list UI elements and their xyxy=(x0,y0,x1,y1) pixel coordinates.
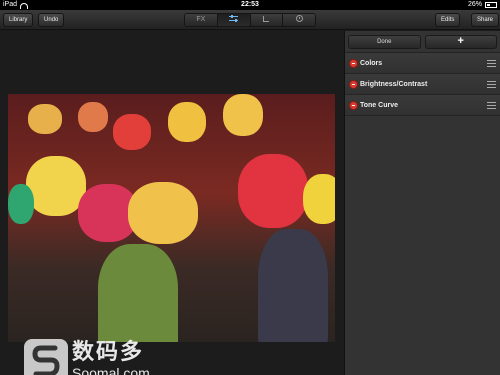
add-adjustment-button[interactable]: + xyxy=(424,34,497,49)
photo-detail xyxy=(223,94,263,136)
done-button[interactable]: Done xyxy=(348,34,421,49)
adjustment-label: Colors xyxy=(360,59,383,67)
photo-detail xyxy=(113,114,151,150)
photo-detail xyxy=(8,184,34,224)
remove-icon[interactable] xyxy=(349,79,358,89)
photo-image[interactable] xyxy=(8,94,335,342)
adjustment-row-tone-curve[interactable]: Tone Curve xyxy=(345,95,500,116)
photo-detail xyxy=(28,104,62,134)
photo-detail xyxy=(78,102,108,132)
reorder-handle-icon[interactable] xyxy=(487,101,496,109)
edits-button[interactable]: Edits xyxy=(435,13,461,27)
adjustment-label: Brightness/Contrast xyxy=(360,80,428,88)
photo-canvas[interactable]: 数码多 Soomal.com xyxy=(0,31,344,375)
crop-icon xyxy=(263,16,270,22)
photo-detail xyxy=(238,154,308,228)
status-bar: iPad 22:53 26% xyxy=(0,0,500,10)
photo-detail xyxy=(303,174,335,224)
battery-icon xyxy=(485,2,497,8)
sliders-icon xyxy=(229,15,239,22)
photo-detail xyxy=(26,156,86,216)
photo-detail xyxy=(168,102,206,142)
top-toolbar: Library Undo FX Edits Share xyxy=(0,10,500,30)
tab-history[interactable] xyxy=(283,14,315,26)
tab-fx[interactable]: FX xyxy=(185,14,218,26)
watermark-chinese: 数码多 xyxy=(72,340,145,365)
share-button[interactable]: Share xyxy=(471,13,500,27)
tab-adjust[interactable] xyxy=(217,14,251,26)
clock-icon xyxy=(295,15,303,22)
remove-icon[interactable] xyxy=(349,100,358,110)
watermark-logo-icon xyxy=(24,339,68,375)
undo-button[interactable]: Undo xyxy=(38,13,65,27)
edit-mode-segmented-control: FX xyxy=(184,13,316,27)
adjustments-panel: Done + Colors Brightness/Contrast Tone C… xyxy=(344,31,500,375)
adjustment-label: Tone Curve xyxy=(360,101,398,109)
library-button[interactable]: Library xyxy=(3,13,34,27)
panel-header: Done + xyxy=(345,31,500,53)
watermark: 数码多 Soomal.com xyxy=(24,339,150,375)
reorder-handle-icon[interactable] xyxy=(487,80,496,88)
photo-detail xyxy=(258,229,328,342)
reorder-handle-icon[interactable] xyxy=(487,59,496,67)
remove-icon[interactable] xyxy=(349,58,358,68)
battery-percent: 26% xyxy=(467,1,482,8)
photo-detail xyxy=(98,244,178,342)
tab-fx-label: FX xyxy=(196,16,206,23)
watermark-site: Soomal.com xyxy=(72,365,150,375)
photo-detail xyxy=(128,182,198,244)
tab-crop[interactable] xyxy=(250,14,284,26)
adjustment-row-brightness-contrast[interactable]: Brightness/Contrast xyxy=(345,74,500,95)
adjustment-row-colors[interactable]: Colors xyxy=(345,53,500,74)
status-time: 22:53 xyxy=(241,1,259,8)
